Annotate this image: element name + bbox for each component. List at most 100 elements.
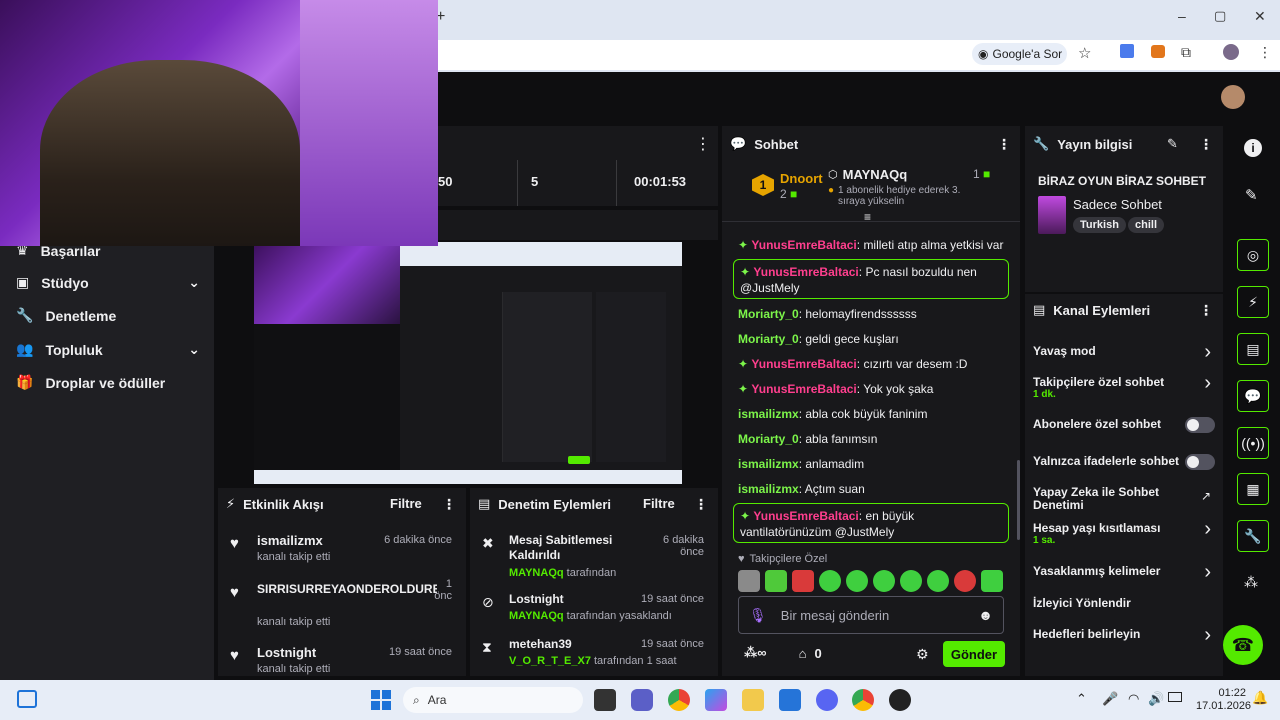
bits-icon[interactable]: ⁂∞ <box>744 645 767 661</box>
sidebar-item-community[interactable]: 👥 Topluluk ⌄ <box>16 341 200 358</box>
chat-username[interactable]: ismailizmx <box>738 407 799 421</box>
channel-action-item[interactable]: Yavaş mod › <box>1033 341 1215 363</box>
toggle-switch[interactable] <box>1185 454 1215 470</box>
category-name[interactable]: Sadece Sohbet <box>1073 197 1162 212</box>
minimize-button[interactable]: – <box>1178 8 1186 24</box>
channel-actions-menu-icon[interactable]: ⋮ <box>1199 302 1213 319</box>
activity-menu-icon[interactable]: ⋮ <box>442 496 456 513</box>
toggle-switch[interactable] <box>1185 417 1215 433</box>
chrome-icon[interactable] <box>668 689 690 711</box>
mod-menu-icon[interactable]: ⋮ <box>694 496 708 513</box>
taskbar-search[interactable]: ⌕ Ara <box>403 687 583 713</box>
profile-avatar[interactable] <box>1223 44 1239 60</box>
obs-icon[interactable] <box>889 689 911 711</box>
chat-settings-icon[interactable]: ⚙ <box>916 646 929 663</box>
tray-battery-icon[interactable] <box>1168 692 1182 702</box>
stream-preview[interactable] <box>254 242 682 484</box>
rail-chat-button[interactable]: 💬 <box>1237 380 1269 412</box>
close-window-button[interactable]: ✕ <box>1254 8 1266 25</box>
chat-message[interactable]: Moriarty_0: geldi gece kuşları <box>738 331 1014 347</box>
list-item[interactable]: ⊘ Lostnight MAYNAQq tarafından yasakland… <box>482 592 708 622</box>
channel-action-item[interactable]: Hedefleri belirleyin › <box>1033 624 1215 646</box>
rail-more-icon[interactable]: ⁂ <box>1244 574 1258 591</box>
emote[interactable] <box>819 570 841 592</box>
chat-message[interactable]: ✦ YunusEmreBaltaci: en büyük vantilatörü… <box>733 503 1009 543</box>
mod-filter-button[interactable]: Filtre <box>643 496 675 511</box>
tag-turkish[interactable]: Turkish <box>1073 217 1126 233</box>
send-button[interactable]: Gönder <box>943 641 1005 667</box>
help-headset-button[interactable]: ☎ <box>1223 625 1263 665</box>
emote[interactable] <box>900 570 922 592</box>
rail-document-button[interactable]: ▤ <box>1237 333 1269 365</box>
chat-message[interactable]: ✦ YunusEmreBaltaci: milleti atıp alma ye… <box>738 237 1014 253</box>
stats-menu-icon[interactable]: ⋮ <box>695 134 711 154</box>
tray-wifi-icon[interactable]: ◠ <box>1128 691 1139 707</box>
leaderboard-user-2[interactable]: ⬡ MAYNAQq <box>828 167 907 182</box>
taskbar-clock[interactable]: 01:22 17.01.2026 <box>1196 687 1251 713</box>
chat-username[interactable]: YunusEmreBaltaci <box>751 238 856 252</box>
emote[interactable] <box>792 570 814 592</box>
emote[interactable] <box>954 570 976 592</box>
sidebar-item-drops[interactable]: 🎁 Droplar ve ödüller <box>16 374 165 391</box>
task-view-icon[interactable] <box>594 689 616 711</box>
chat-message[interactable]: Moriarty_0: helomayfirendssssss <box>738 306 1014 322</box>
chat-message[interactable]: Moriarty_0: abla fanımsın <box>738 431 1014 447</box>
rail-broadcast-button[interactable]: ((•)) <box>1237 427 1269 459</box>
tag-chill[interactable]: chill <box>1128 217 1165 233</box>
chrome-active-icon[interactable] <box>852 689 874 711</box>
notification-bell-icon[interactable]: 🔔 <box>1252 690 1268 706</box>
emote[interactable] <box>738 570 760 592</box>
chat-message[interactable]: ismailizmx: abla cok büyük faninim <box>738 406 1014 422</box>
chat-menu-icon[interactable]: ⋮ <box>997 136 1011 153</box>
chat-scrollbar[interactable] <box>1017 460 1020 540</box>
list-item[interactable]: ♥ SIRRISURREYAONDEROLDUREN kanalı takip … <box>230 578 456 628</box>
chat-username[interactable]: ismailizmx <box>738 482 799 496</box>
chat-message[interactable]: ismailizmx: Açtım suan <box>738 481 1014 497</box>
chat-username[interactable]: Moriarty_0 <box>738 307 799 321</box>
tray-mic-icon[interactable]: 🎤 <box>1102 691 1118 707</box>
emote[interactable] <box>927 570 949 592</box>
list-item[interactable]: ✖ Mesaj Sabitlemesi Kaldırıldı MAYNAQq t… <box>482 533 708 579</box>
channel-points-icon[interactable]: ⌂ <box>799 646 807 661</box>
channel-action-item[interactable]: Takipçilere özel sohbet 1 dk. › <box>1033 372 1215 400</box>
google-ask-button[interactable]: ◉ Google'a Sor <box>972 43 1067 65</box>
tray-volume-icon[interactable]: 🔊 <box>1148 691 1164 707</box>
sidebar-item-studio[interactable]: ▣ Stüdyo ⌄ <box>16 274 200 291</box>
list-item[interactable]: ♥ Lostnight kanalı takip etti 19 saat ön… <box>230 645 456 675</box>
rail-layout-button[interactable]: ▦ <box>1237 473 1269 505</box>
file-explorer-icon[interactable] <box>742 689 764 711</box>
store-icon[interactable] <box>779 689 801 711</box>
sidebar-item-moderation[interactable]: 🔧 Denetleme <box>16 307 116 324</box>
channel-action-item[interactable]: Yapay Zeka ile Sohbet Denetimi ↗ <box>1033 486 1215 512</box>
teams-icon[interactable] <box>631 689 653 711</box>
list-item[interactable]: ⧗ metehan39 V_O_R_T_E_X7 tarafından 1 sa… <box>482 637 708 673</box>
channel-action-item[interactable]: İzleyici Yönlendir <box>1033 597 1215 610</box>
stream-info-menu-icon[interactable]: ⋮ <box>1199 136 1213 153</box>
channel-action-item[interactable]: Abonelere özel sohbet <box>1033 417 1215 433</box>
list-item[interactable]: ♥ ismailizmx kanalı takip etti 6 dakika … <box>230 533 456 563</box>
browser-menu-icon[interactable]: ⋮ <box>1258 44 1272 61</box>
microphone-icon[interactable]: 🎙 <box>749 607 767 624</box>
rail-edit-icon[interactable]: ✎ <box>1245 186 1258 204</box>
chat-message[interactable]: ✦ YunusEmreBaltaci: Yok yok şaka <box>738 381 1014 397</box>
maximize-button[interactable]: ▢ <box>1214 8 1226 24</box>
edit-pencil-icon[interactable]: ✎ <box>1167 136 1178 152</box>
chat-username[interactable]: YunusEmreBaltaci <box>751 357 856 371</box>
chat-username[interactable]: YunusEmreBaltaci <box>753 509 858 523</box>
chat-username[interactable]: Moriarty_0 <box>738 332 799 346</box>
rail-bolt-button[interactable]: ⚡ <box>1237 286 1269 318</box>
emote[interactable] <box>873 570 895 592</box>
discord-icon[interactable] <box>816 689 838 711</box>
rail-screenshot-button[interactable]: ◎ <box>1237 239 1269 271</box>
rail-wrench-button[interactable]: 🔧 <box>1237 520 1269 552</box>
info-icon[interactable]: i <box>1244 139 1262 157</box>
channel-action-item[interactable]: Yalnızca ifadelerle sohbet <box>1033 454 1215 470</box>
emote[interactable] <box>846 570 868 592</box>
emote[interactable] <box>765 570 787 592</box>
chat-username[interactable]: YunusEmreBaltaci <box>753 265 858 279</box>
leaderboard-user-1[interactable]: Dnoort <box>780 171 823 186</box>
chat-username[interactable]: YunusEmreBaltaci <box>751 382 856 396</box>
chat-username[interactable]: ismailizmx <box>738 457 799 471</box>
user-avatar[interactable] <box>1221 85 1245 109</box>
chat-message[interactable]: ismailizmx: anlamadim <box>738 456 1014 472</box>
